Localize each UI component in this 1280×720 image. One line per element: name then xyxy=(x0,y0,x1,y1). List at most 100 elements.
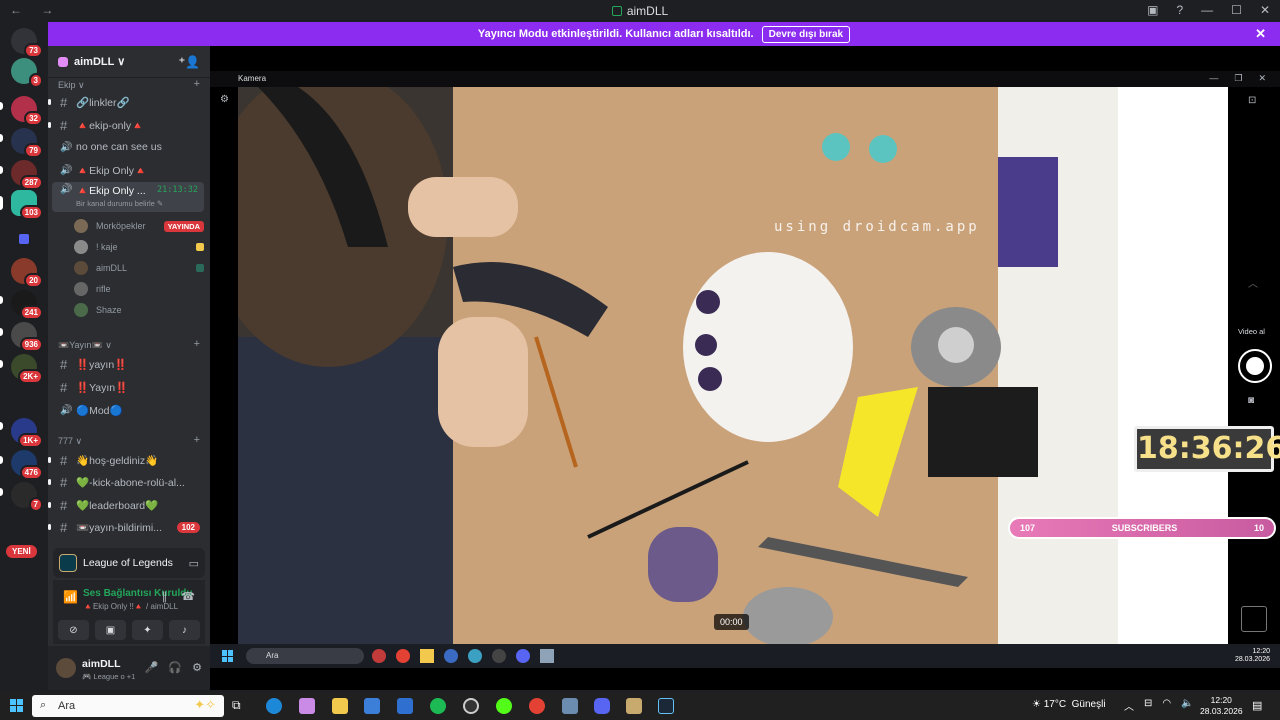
disable-streamer-mode-button[interactable]: Devre dışı bırak xyxy=(761,25,851,43)
channel-hos-geldiniz[interactable]: # 👋hoş-geldiniz👋 xyxy=(48,450,204,470)
server-icon[interactable]: 32 xyxy=(11,96,43,126)
league-client-icon[interactable] xyxy=(626,698,642,714)
network-icon[interactable]: ⊟ xyxy=(1144,698,1152,713)
noise-suppression-icon[interactable]: ∥ xyxy=(162,590,168,603)
server-icon[interactable]: 7 xyxy=(11,482,43,512)
create-channel-icon[interactable]: + xyxy=(194,434,200,446)
close-icon[interactable]: ✕ xyxy=(1258,73,1266,84)
camera-settings-gear-icon[interactable]: ⚙ xyxy=(220,94,229,105)
microphone-icon[interactable]: 🎤 xyxy=(145,661,159,674)
server-header[interactable]: aimDLL ∨ ⁺👤 xyxy=(48,46,210,78)
maximize-button[interactable]: ☐ xyxy=(1231,3,1242,17)
chrome-icon[interactable] xyxy=(529,698,545,714)
copilot-icon[interactable] xyxy=(299,698,315,714)
voice-user[interactable]: aimDLL xyxy=(74,258,204,278)
server-icon[interactable]: 476 xyxy=(11,450,43,480)
create-channel-icon[interactable]: + xyxy=(194,338,200,350)
voice-user[interactable]: Shaze xyxy=(74,300,204,320)
mail-icon[interactable] xyxy=(397,698,413,714)
camera-off-button[interactable]: ⊘ xyxy=(58,620,89,640)
server-icon[interactable]: 287 xyxy=(11,160,43,190)
video-capture-label: Video al xyxy=(1238,327,1265,336)
new-unreads-badge[interactable]: YENİ xyxy=(6,545,37,558)
server-icon[interactable]: 2K+ xyxy=(11,354,43,384)
voice-channel-ekip-only-active[interactable]: 🔊 🔺Ekip Only ... 21:13:32 Bir kanal duru… xyxy=(52,182,204,212)
obs-icon[interactable] xyxy=(463,698,479,714)
close-button[interactable]: ✕ xyxy=(1260,3,1270,17)
settings-gear-icon[interactable]: ⚙ xyxy=(192,661,202,674)
headphones-icon[interactable]: 🎧 xyxy=(168,661,182,674)
disconnect-icon[interactable]: ☎ xyxy=(181,590,195,603)
channel-kick-abone[interactable]: # 💚-kick-abone-rolü-al... xyxy=(48,472,204,492)
help-icon[interactable]: ? xyxy=(1176,3,1183,17)
minimize-button[interactable]: — xyxy=(1201,3,1213,17)
wifi-icon[interactable]: ◠ xyxy=(1162,698,1171,713)
channel-leaderboard[interactable]: # 💚leaderboard💚 xyxy=(48,495,204,515)
voice-channel-path[interactable]: 🔺Ekip Only !!🔺 / aimDLL xyxy=(83,602,178,611)
voice-user[interactable]: ! kaje xyxy=(74,237,204,257)
activities-button[interactable]: ✦ xyxy=(132,620,163,640)
inbox-icon[interactable]: ▣ xyxy=(1147,3,1158,17)
camera-icon[interactable]: ◙ xyxy=(1248,395,1254,406)
voice-user[interactable]: Morköpekler YAYINDA xyxy=(74,216,204,236)
restore-icon[interactable]: ❐ xyxy=(1234,73,1242,84)
channel-linkler[interactable]: # 🔗linkler🔗 xyxy=(48,92,204,112)
voice-user[interactable]: rifle xyxy=(74,279,204,299)
channel-status-prompt[interactable]: Bir kanal durumu belirle ✎ xyxy=(76,199,163,208)
channel-yayin-2[interactable]: # ‼️Yayın‼️ xyxy=(52,377,204,397)
channel-yayin-bildirimi[interactable]: # 📼yayın-bildirimi... 102 xyxy=(48,517,204,537)
server-icon[interactable]: 1K+ xyxy=(11,418,43,448)
server-icon[interactable]: 20 xyxy=(11,258,43,288)
server-icon[interactable]: 241 xyxy=(11,290,43,320)
record-video-button[interactable] xyxy=(1238,349,1272,383)
server-icon[interactable]: 3 xyxy=(11,58,43,88)
windows-start-button[interactable] xyxy=(10,699,23,712)
unread-pill xyxy=(0,360,3,368)
subscribers-current: 107 xyxy=(1020,523,1036,533)
chevron-up-icon[interactable]: ︿ xyxy=(1248,275,1258,290)
kick-icon[interactable] xyxy=(496,698,512,714)
direct-messages-icon[interactable]: 73 xyxy=(11,28,43,58)
category-yayin[interactable]: 📼Yayın📼 ∨ xyxy=(58,340,112,351)
banner-close-icon[interactable]: ✕ xyxy=(1255,26,1266,42)
share-screen-button[interactable]: ▣ xyxy=(95,620,126,640)
file-explorer-icon[interactable] xyxy=(332,698,348,714)
preview-thumbnail[interactable] xyxy=(1241,606,1267,632)
voice-channel-no-one[interactable]: 🔊 no one can see us xyxy=(52,137,204,157)
steam-icon[interactable] xyxy=(658,698,674,714)
soundboard-button[interactable]: ♪ xyxy=(169,620,200,640)
taskbar-clock[interactable]: 12:20 28.03.2026 xyxy=(1200,695,1243,717)
chevron-up-icon[interactable]: ︿ xyxy=(1124,698,1134,713)
user-panel: aimDLL 🎮 League o +1 🎤 🎧 ⚙ xyxy=(48,646,210,690)
channel-ekip-only[interactable]: # 🔺ekip-only🔺 xyxy=(48,115,204,135)
create-channel-icon[interactable]: + xyxy=(194,78,200,90)
minimize-icon[interactable]: — xyxy=(1209,73,1218,84)
voice-channel-mod[interactable]: 🔊 🔵Mod🔵 xyxy=(52,400,204,420)
server-icon[interactable]: 936 xyxy=(11,322,43,352)
weather-widget[interactable]: ☀ 17°C Güneşli xyxy=(1032,699,1106,710)
activity-panel[interactable]: League of Legends ▭ xyxy=(53,548,205,578)
invite-people-icon[interactable]: ⁺👤 xyxy=(179,55,200,69)
signal-icon[interactable]: 📶 xyxy=(63,590,78,604)
folder-icon[interactable] xyxy=(11,226,37,252)
voice-channel-ekip-only[interactable]: 🔊 🔺Ekip Only🔺 xyxy=(52,160,204,180)
avatar[interactable] xyxy=(56,658,76,678)
taskbar-search-box[interactable]: ⌕ Ara ✦✧ xyxy=(32,695,224,717)
category-ekip[interactable]: Ekip ∨ xyxy=(58,80,85,91)
app-icon[interactable] xyxy=(562,698,578,714)
discord-icon[interactable] xyxy=(594,698,610,714)
user-name[interactable]: aimDLL xyxy=(82,658,121,670)
channel-yayin[interactable]: # ‼️yayın‼️ xyxy=(52,354,204,374)
server-icon[interactable]: 79 xyxy=(11,128,43,158)
category-777[interactable]: 777 ∨ xyxy=(58,436,82,447)
spotify-icon[interactable] xyxy=(430,698,446,714)
notifications-icon[interactable]: ▤ xyxy=(1252,699,1262,712)
task-view-icon[interactable]: ⧉ xyxy=(232,698,248,714)
edge-icon[interactable] xyxy=(266,698,282,714)
mention-badge: 102 xyxy=(176,521,200,533)
volume-icon[interactable]: 🔈 xyxy=(1181,698,1193,713)
store-icon[interactable] xyxy=(364,698,380,714)
server-icon-aimdll[interactable]: 103 xyxy=(11,190,43,220)
stream-game-icon[interactable]: ▭ xyxy=(189,557,199,570)
snapshot-icon[interactable]: ⊡ xyxy=(1248,95,1256,106)
